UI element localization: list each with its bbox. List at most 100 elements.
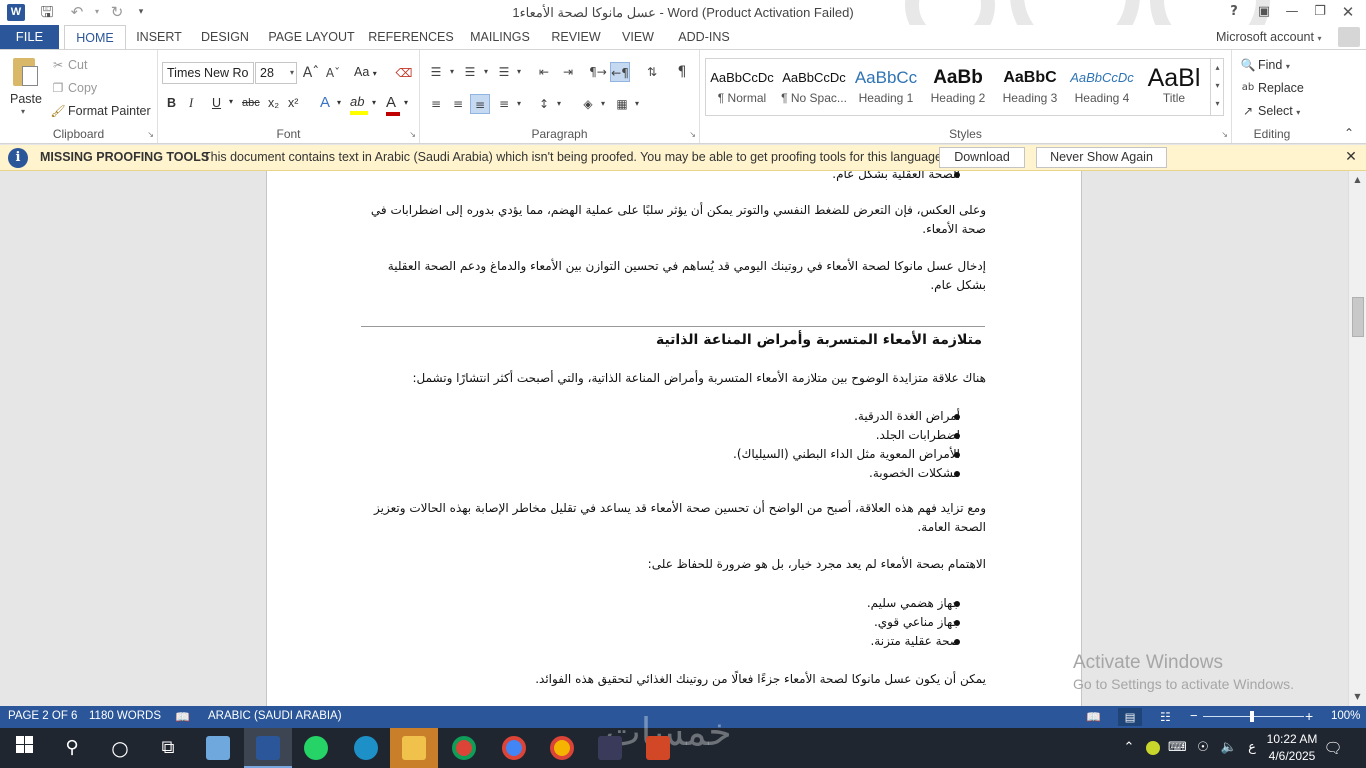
text-effects-button[interactable]: A bbox=[320, 94, 330, 111]
styles-launcher-icon[interactable]: ↘ bbox=[1221, 130, 1228, 139]
borders-dropdown-icon[interactable]: ▾ bbox=[627, 94, 647, 114]
font-color-button[interactable]: A bbox=[386, 94, 400, 116]
scroll-down-icon[interactable]: ▼ bbox=[1349, 689, 1366, 705]
volume-icon[interactable]: 🔈 bbox=[1220, 728, 1238, 768]
tab-design[interactable]: DESIGN bbox=[196, 25, 254, 49]
numbering-dropdown-icon[interactable]: ▾ bbox=[476, 62, 496, 82]
highlight-dropdown-icon[interactable]: ▾ bbox=[372, 98, 376, 107]
underline-button[interactable]: U bbox=[212, 96, 221, 110]
tab-page-layout[interactable]: PAGE LAYOUT bbox=[264, 25, 359, 49]
avatar[interactable] bbox=[1338, 27, 1360, 47]
word-count[interactable]: 1180 WORDS bbox=[89, 710, 161, 722]
close-icon[interactable]: ✕ bbox=[1334, 1, 1362, 23]
font-color-dropdown-icon[interactable]: ▾ bbox=[404, 98, 408, 107]
word-app-icon[interactable]: W bbox=[7, 4, 25, 21]
page-indicator[interactable]: PAGE 2 OF 6 bbox=[8, 710, 77, 722]
web-layout-icon[interactable]: ☷ bbox=[1160, 710, 1171, 724]
restore-icon[interactable]: ❐ bbox=[1306, 1, 1334, 23]
style-heading-4[interactable]: AaBbCcDc Heading 4 bbox=[1066, 59, 1138, 115]
scroll-thumb[interactable] bbox=[1352, 297, 1364, 337]
task-view-icon[interactable]: ⧉ bbox=[144, 728, 192, 768]
undo-icon[interactable]: ↶ bbox=[66, 2, 88, 22]
style-heading-2[interactable]: AaBb Heading 2 bbox=[922, 59, 994, 115]
line-spacing-dropdown-icon[interactable]: ▾ bbox=[549, 94, 569, 114]
language-indicator[interactable]: ARABIC (SAUDI ARABIA) bbox=[208, 710, 342, 722]
text-effects-dropdown-icon[interactable]: ▾ bbox=[337, 98, 341, 107]
ltr-direction-icon[interactable]: ¶→ bbox=[588, 62, 608, 82]
word-taskbar-icon[interactable] bbox=[244, 728, 292, 768]
justify-dropdown-icon[interactable]: ▾ bbox=[509, 94, 529, 114]
zoom-level[interactable]: 100% bbox=[1331, 710, 1360, 722]
grow-font-icon[interactable]: Aˆ bbox=[301, 63, 321, 83]
proofing-icon[interactable]: 📖 bbox=[175, 710, 190, 724]
print-layout-icon[interactable]: ▤ bbox=[1118, 708, 1142, 726]
whatsapp-icon[interactable] bbox=[292, 728, 340, 768]
clipboard-launcher-icon[interactable]: ↘ bbox=[147, 130, 154, 139]
ribbon-display-options-icon[interactable]: ▣ bbox=[1250, 1, 1278, 23]
tab-insert[interactable]: INSERT bbox=[132, 25, 186, 49]
sort-icon[interactable]: ⇅ bbox=[642, 62, 662, 82]
find-button[interactable]: Find ▾ bbox=[1258, 58, 1290, 72]
replace-button[interactable]: Replace bbox=[1258, 81, 1304, 95]
save-icon[interactable]: 🖫 bbox=[36, 2, 58, 22]
tab-add-ins[interactable]: ADD-INS bbox=[672, 25, 736, 49]
tab-references[interactable]: REFERENCES bbox=[368, 25, 454, 49]
align-left-icon[interactable]: ≡ bbox=[426, 94, 446, 114]
subscript-button[interactable]: x₂ bbox=[268, 96, 279, 110]
font-launcher-icon[interactable]: ↘ bbox=[409, 130, 416, 139]
font-size-select[interactable]: 28 ▾ bbox=[255, 62, 297, 84]
bold-button[interactable]: B bbox=[167, 96, 176, 110]
tray-app-icon[interactable] bbox=[1144, 728, 1162, 768]
change-case-button[interactable]: Aa ▾ bbox=[354, 65, 377, 79]
multilevel-dropdown-icon[interactable]: ▾ bbox=[509, 62, 529, 82]
styles-gallery-scroll[interactable]: ▴ ▾ ▾ bbox=[1210, 59, 1224, 115]
input-language-indicator[interactable]: ع bbox=[1244, 728, 1260, 768]
increase-indent-icon[interactable]: ⇥ bbox=[558, 62, 578, 82]
align-center-icon[interactable]: ≡ bbox=[448, 94, 468, 114]
copy-button[interactable]: Copy bbox=[68, 81, 97, 95]
select-button[interactable]: Select ▾ bbox=[1258, 104, 1300, 118]
paste-icon[interactable] bbox=[10, 56, 40, 88]
microsoft-account-menu[interactable]: Microsoft account ▾ bbox=[1216, 25, 1321, 51]
show-hide-marks-button[interactable]: ¶ bbox=[672, 62, 692, 82]
style-normal[interactable]: AaBbCcDc ¶ Normal bbox=[706, 59, 778, 115]
zoom-out-icon[interactable]: − bbox=[1190, 708, 1198, 723]
strikethrough-button[interactable]: abc bbox=[242, 97, 260, 109]
customize-quick-access-icon[interactable]: ▾ bbox=[130, 2, 152, 22]
redo-icon[interactable]: ↻ bbox=[106, 2, 128, 22]
format-painter-button[interactable]: Format Painter bbox=[68, 104, 151, 118]
collapse-ribbon-icon[interactable]: ⌃ bbox=[1344, 126, 1354, 140]
tab-review[interactable]: REVIEW bbox=[546, 25, 606, 49]
file-explorer-icon[interactable] bbox=[390, 728, 438, 768]
never-show-again-button[interactable]: Never Show Again bbox=[1036, 147, 1167, 168]
read-mode-icon[interactable]: 📖 bbox=[1086, 710, 1101, 724]
taskbar-clock[interactable]: 10:22 AM 4/6/2025 bbox=[1264, 731, 1320, 765]
tray-overflow-icon[interactable]: ⌃ bbox=[1120, 728, 1138, 768]
style-heading-3[interactable]: AaBbC Heading 3 bbox=[994, 59, 1066, 115]
paste-button[interactable]: Paste bbox=[10, 92, 42, 106]
scroll-up-icon[interactable]: ▲ bbox=[1349, 172, 1366, 188]
rtl-direction-icon[interactable]: ←¶ bbox=[610, 62, 630, 82]
paste-dropdown-icon[interactable]: ▾ bbox=[21, 107, 25, 116]
network-icon[interactable]: ⌨ bbox=[1168, 728, 1187, 768]
help-button[interactable]: ? bbox=[1220, 1, 1248, 23]
style-title[interactable]: AaBl Title bbox=[1138, 59, 1210, 115]
shrink-font-icon[interactable]: Aˇ bbox=[323, 63, 343, 83]
powerpoint-icon[interactable] bbox=[634, 728, 682, 768]
notepad-app-icon[interactable] bbox=[194, 728, 242, 768]
minimize-icon[interactable]: — bbox=[1278, 1, 1306, 23]
media-app-icon[interactable] bbox=[586, 728, 634, 768]
shading-dropdown-icon[interactable]: ▾ bbox=[593, 94, 613, 114]
align-right-icon[interactable]: ≡ bbox=[470, 94, 490, 114]
tab-file[interactable]: FILE bbox=[0, 25, 59, 49]
more-styles-icon[interactable]: ▾ bbox=[1211, 95, 1224, 113]
notifications-icon[interactable]: 🗨 bbox=[1322, 728, 1344, 768]
zoom-slider-thumb[interactable] bbox=[1250, 711, 1254, 722]
edge-icon[interactable] bbox=[342, 728, 390, 768]
tab-view[interactable]: VIEW bbox=[616, 25, 660, 49]
cut-button[interactable]: Cut bbox=[68, 58, 87, 72]
underline-dropdown-icon[interactable]: ▾ bbox=[229, 97, 233, 106]
chrome-icon[interactable] bbox=[440, 728, 488, 768]
undo-dropdown-icon[interactable]: ▾ bbox=[86, 2, 108, 22]
chevron-down-icon[interactable]: ▾ bbox=[1211, 77, 1224, 95]
